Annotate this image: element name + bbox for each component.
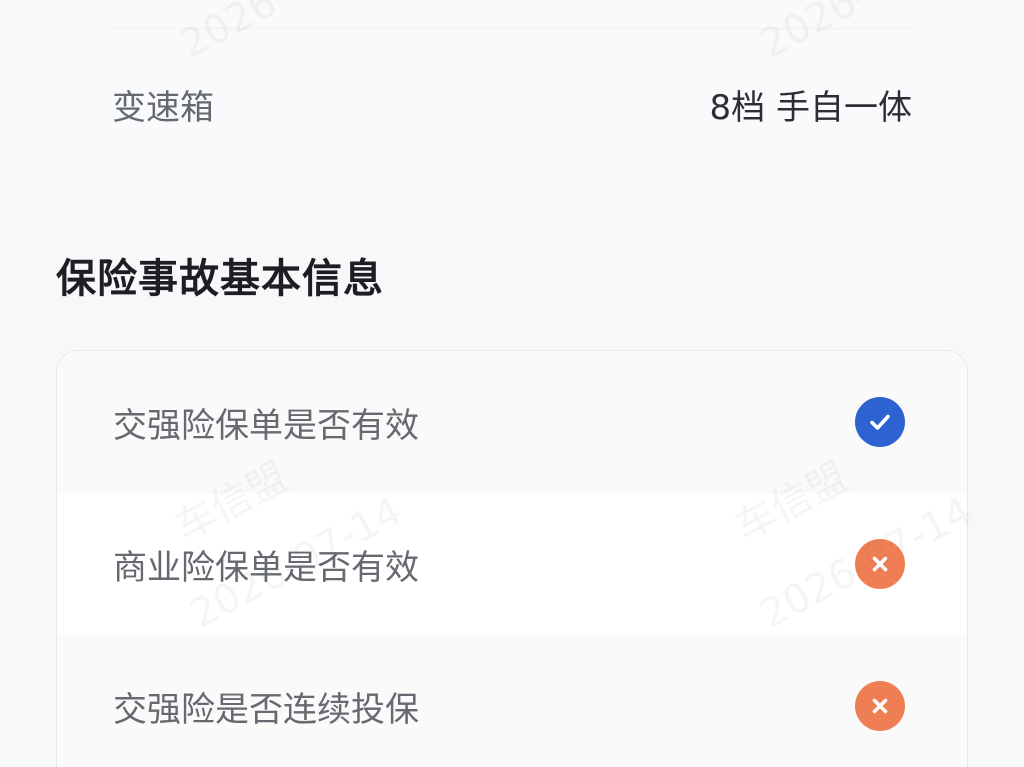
x-circle-icon bbox=[855, 681, 905, 731]
list-item-label: 交强险保单是否有效 bbox=[113, 405, 419, 446]
section-title: 保险事故基本信息 bbox=[56, 256, 384, 302]
x-circle-icon bbox=[855, 539, 905, 589]
vehicle-info-card: 变速箱 8档 手自一体 bbox=[56, 0, 968, 166]
gearbox-value: 8档 手自一体 bbox=[709, 87, 912, 128]
row-divider bbox=[112, 28, 912, 29]
gearbox-label: 变速箱 bbox=[112, 87, 214, 128]
page: 变速箱 8档 手自一体 保险事故基本信息 交强险保单是否有效 商业险保单是否有效… bbox=[0, 0, 1024, 767]
list-item-label: 商业险保单是否有效 bbox=[113, 547, 419, 588]
insurance-info-card: 交强险保单是否有效 商业险保单是否有效 交强险是否连续投保 bbox=[56, 350, 968, 767]
check-circle-icon bbox=[855, 397, 905, 447]
list-item-compulsory-policy-valid: 交强险保单是否有效 bbox=[57, 351, 967, 493]
list-item-label: 交强险是否连续投保 bbox=[113, 689, 419, 730]
list-item-compulsory-continuous: 交强险是否连续投保 bbox=[57, 635, 967, 767]
list-item-commercial-policy-valid: 商业险保单是否有效 bbox=[57, 493, 967, 635]
gearbox-row: 变速箱 8档 手自一体 bbox=[112, 76, 912, 132]
